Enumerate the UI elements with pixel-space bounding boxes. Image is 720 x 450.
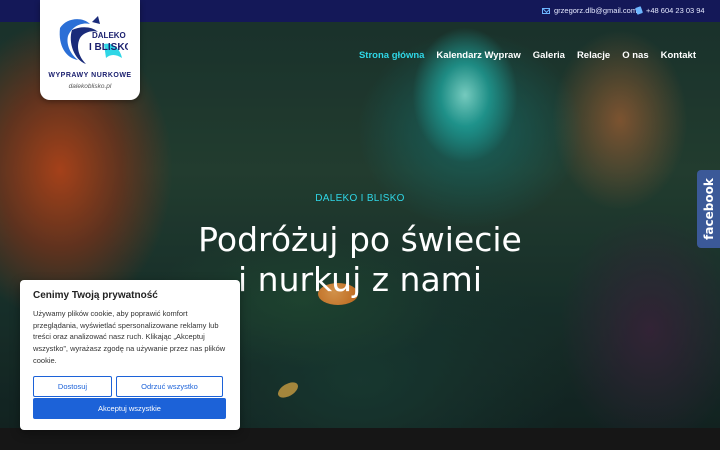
site-logo[interactable]: DALEKO I BLISKO WYPRAWY NURKOWE dalekobl… — [40, 0, 140, 100]
nav-item-reports[interactable]: Relacje — [577, 50, 610, 61]
phone-text: +48 604 23 03 94 — [646, 6, 705, 15]
nav-item-calendar[interactable]: Kalendarz Wypraw — [436, 50, 520, 61]
logo-brand-line1: DALEKO — [92, 31, 126, 40]
mail-icon — [542, 7, 550, 14]
nav-item-contact[interactable]: Kontakt — [661, 50, 696, 61]
shark-logo-icon: DALEKO I BLISKO — [59, 16, 128, 64]
phone-link[interactable]: +48 604 23 03 94 — [634, 6, 705, 15]
cookie-title: Cenimy Twoją prywatność — [33, 290, 158, 301]
accept-all-button[interactable]: Akceptuj wszystkie — [33, 398, 226, 419]
logo-brand-line2: I BLISKO — [89, 42, 128, 53]
facebook-label: facebook — [701, 178, 716, 240]
phone-icon — [634, 6, 644, 15]
hero-headline-line1: Podróżuj po świecie — [198, 220, 522, 259]
email-text: grzegorz.dlb@gmail.com — [554, 6, 638, 15]
customize-button[interactable]: Dostosuj — [33, 376, 112, 397]
nav-item-gallery[interactable]: Galeria — [533, 50, 565, 61]
main-nav: Strona główna Kalendarz Wypraw Galeria R… — [359, 50, 696, 61]
logo-url: dalekoblisko.pl — [68, 83, 112, 90]
reject-all-button[interactable]: Odrzuć wszystko — [116, 376, 223, 397]
page-bottom-strip — [0, 428, 720, 450]
facebook-side-tab[interactable]: facebook — [697, 170, 720, 248]
nav-item-about[interactable]: O nas — [622, 50, 648, 61]
nav-item-home[interactable]: Strona główna — [359, 50, 424, 61]
hero-eyebrow: DALEKO I BLISKO — [315, 193, 405, 204]
cookie-description: Używamy plików cookie, aby poprawić komf… — [33, 309, 226, 365]
logo-tagline: WYPRAWY NURKOWE — [48, 72, 132, 79]
email-link[interactable]: grzegorz.dlb@gmail.com — [542, 6, 637, 15]
cookie-consent-dialog: Cenimy Twoją prywatność Używamy plików c… — [20, 280, 240, 430]
